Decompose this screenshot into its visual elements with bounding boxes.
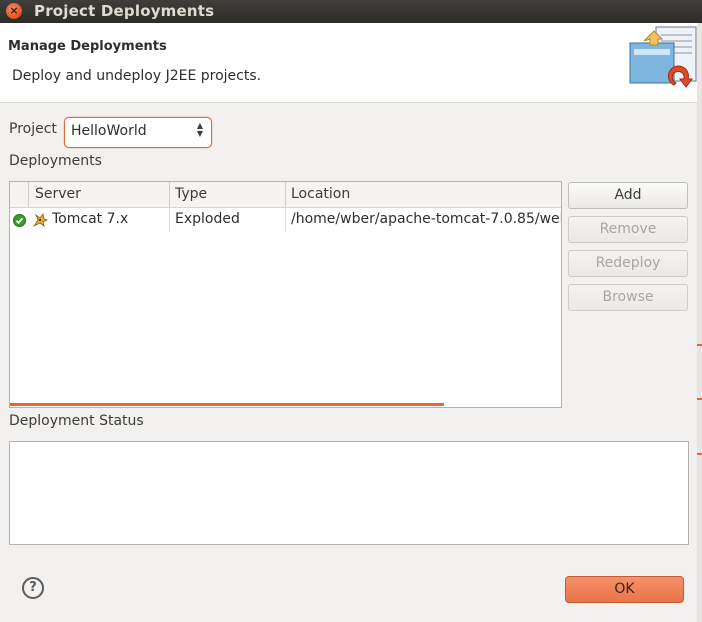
tomcat-icon	[32, 213, 48, 228]
column-header-type[interactable]: Type	[175, 186, 207, 202]
project-select[interactable]: HelloWorld ▲ ▼	[64, 117, 212, 148]
deploy-wizard-icon	[629, 26, 697, 88]
project-select-value: HelloWorld	[71, 123, 147, 139]
redeploy-button[interactable]: Redeploy	[568, 250, 688, 277]
column-header-location[interactable]: Location	[291, 186, 350, 202]
project-label: Project	[9, 121, 57, 137]
dialog-header: Manage Deployments Deploy and undeploy J…	[0, 23, 702, 103]
table-row[interactable]: Tomcat 7.x Exploded /home/wber/apache-to…	[10, 208, 561, 232]
select-arrows-icon: ▲ ▼	[196, 121, 203, 138]
close-icon[interactable]: ×	[6, 3, 22, 19]
column-header-server[interactable]: Server	[35, 186, 81, 202]
deployment-status-label: Deployment Status	[9, 413, 144, 429]
window-title: Project Deployments	[34, 2, 215, 20]
title-bar: × Project Deployments	[0, 0, 702, 23]
column-separator	[285, 182, 286, 207]
header-title: Manage Deployments	[8, 39, 167, 54]
column-separator	[28, 182, 29, 207]
column-separator	[169, 208, 170, 232]
browse-button[interactable]: Browse	[568, 284, 688, 311]
background-window-edge	[697, 23, 702, 622]
cell-server: Tomcat 7.x	[52, 211, 129, 227]
edge-mark	[697, 344, 702, 346]
ok-button[interactable]: OK	[565, 576, 684, 603]
deployment-status-box[interactable]	[9, 441, 689, 545]
add-button[interactable]: Add	[568, 182, 688, 209]
column-separator	[169, 182, 170, 207]
help-icon[interactable]: ?	[22, 577, 44, 599]
column-separator	[285, 208, 286, 232]
remove-button[interactable]: Remove	[568, 216, 688, 243]
table-header: Server Type Location	[10, 182, 561, 208]
edge-mark	[697, 398, 702, 400]
horizontal-scrollbar[interactable]	[10, 403, 444, 406]
deployments-table[interactable]: Server Type Location Tomcat 7.x Exploded…	[9, 181, 562, 408]
check-icon	[13, 214, 26, 227]
deployments-label: Deployments	[9, 153, 102, 169]
cell-type: Exploded	[175, 211, 240, 227]
edge-mark	[697, 453, 702, 455]
header-description: Deploy and undeploy J2EE projects.	[12, 68, 262, 84]
cell-location: /home/wber/apache-tomcat-7.0.85/web	[291, 211, 562, 227]
